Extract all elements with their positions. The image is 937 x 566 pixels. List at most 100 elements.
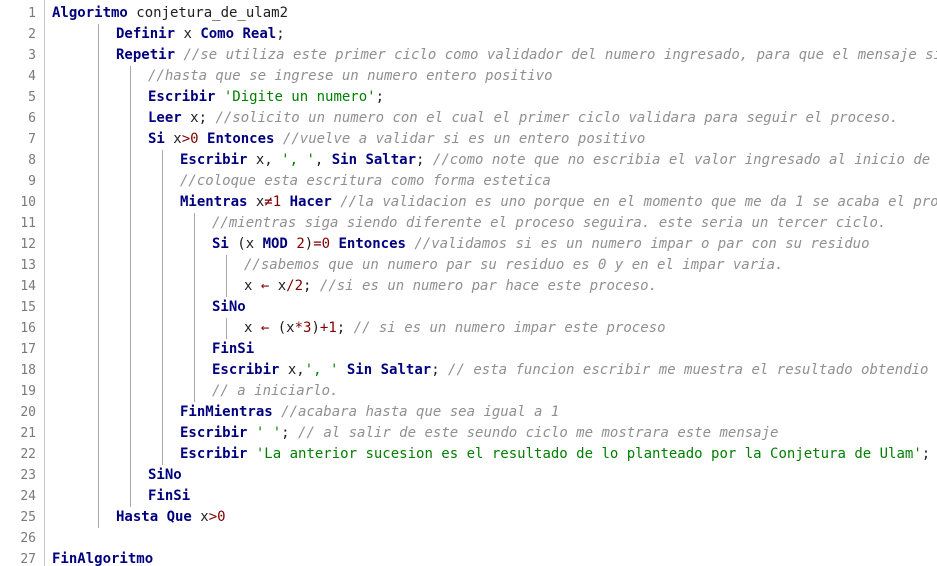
code-line[interactable]: 12 Si (x MOD 2)=0 Entonces //validamos si… bbox=[0, 234, 937, 255]
identifier-token: x, bbox=[247, 152, 282, 168]
keyword-token: Hacer bbox=[289, 194, 332, 210]
keyword-token: Mientras bbox=[180, 194, 248, 210]
code-line[interactable]: 9 //coloque esta escritura como forma est… bbox=[0, 171, 937, 192]
code-line[interactable]: 27 FinAlgoritmo bbox=[0, 549, 937, 566]
code-line[interactable]: 18 Escribir x,', ' Sin Saltar; // esta fu… bbox=[0, 360, 937, 381]
comment-token: // esta funcion escribir me muestra el r… bbox=[448, 362, 937, 378]
code-line[interactable]: 8 Escribir x, ', ', Sin Saltar; //como no… bbox=[0, 150, 937, 171]
comment-token: //solicito un numero con el cual el prim… bbox=[215, 110, 899, 126]
keyword-token: Como bbox=[200, 26, 235, 42]
code-text: FinMientras //acabara hasta que sea igua… bbox=[180, 402, 559, 423]
code-text: // a iniciarlo. bbox=[212, 381, 338, 402]
code-line[interactable]: 6 Leer x; //solicito un numero con el cua… bbox=[0, 108, 937, 129]
number-token: 0 bbox=[217, 509, 226, 525]
line-number: 9 bbox=[28, 174, 36, 189]
comment-token: //sabemos que un numero par su residuo e… bbox=[244, 257, 784, 273]
code-line[interactable]: 25 Hasta Que x>0 bbox=[0, 507, 937, 528]
indent-guide bbox=[226, 255, 227, 297]
code-line[interactable]: 13 //sabemos que un numero par su residuo… bbox=[0, 255, 937, 276]
line-number: 10 bbox=[20, 195, 36, 210]
code-line[interactable]: 5 Escribir 'Digite un numero'; bbox=[0, 87, 937, 108]
keyword-token: Repetir bbox=[116, 47, 176, 63]
comment-token: //acabara hasta que sea igual a 1 bbox=[281, 404, 560, 420]
code-line[interactable]: 7 Si x>0 Entonces //vuelve a validar si e… bbox=[0, 129, 937, 150]
indent-guide bbox=[194, 213, 195, 402]
code-text: Definir x Como Real; bbox=[116, 24, 285, 45]
operator-token: * bbox=[294, 320, 304, 336]
code-line[interactable]: 3 Repetir //se utiliza este primer ciclo … bbox=[0, 45, 937, 66]
comment-token: //validamos si es un numero impar o par … bbox=[414, 236, 870, 252]
code-line[interactable]: 10 Mientras x≠1 Hacer //la validacion es … bbox=[0, 192, 937, 213]
line-number: 12 bbox=[20, 237, 36, 252]
number-token: 1 bbox=[272, 194, 282, 210]
code-line[interactable]: 22 Escribir 'La anterior sucesion es el r… bbox=[0, 444, 937, 465]
identifier-token: ; bbox=[281, 425, 299, 441]
string-token: 'La anterior sucesion es el resultado de… bbox=[255, 446, 922, 462]
code-line[interactable]: 11 //mientras siga siendo diferente el pr… bbox=[0, 213, 937, 234]
keyword-token: Hasta Que bbox=[116, 509, 192, 525]
identifier-token bbox=[199, 131, 207, 147]
comment-token: //la validacion es uno porque en el mome… bbox=[340, 194, 937, 210]
line-number: 15 bbox=[20, 300, 36, 315]
keyword-token: Sin Saltar bbox=[331, 152, 417, 168]
code-text: FinSi bbox=[148, 486, 190, 507]
operator-token: > bbox=[208, 509, 218, 525]
comment-token: // a iniciarlo. bbox=[212, 383, 339, 399]
line-number: 6 bbox=[28, 111, 36, 126]
string-token: ' ' bbox=[255, 425, 282, 441]
code-line[interactable]: 26 bbox=[0, 528, 937, 549]
code-line[interactable]: 14 x ← x/2; //si es un numero par hace es… bbox=[0, 276, 937, 297]
code-line[interactable]: 2 Definir x Como Real; bbox=[0, 24, 937, 45]
code-text: Hasta Que x>0 bbox=[116, 507, 226, 528]
comment-token: // al salir de este seundo ciclo me most… bbox=[298, 425, 779, 441]
identifier-token: ; bbox=[303, 278, 320, 294]
identifier-token: x bbox=[247, 194, 265, 210]
indent-guide bbox=[162, 150, 163, 465]
code-line[interactable]: 1 Algoritmo conjetura_de_ulam2 bbox=[0, 3, 937, 24]
line-number: 13 bbox=[20, 258, 36, 273]
code-text: Escribir 'La anterior sucesion es el res… bbox=[180, 444, 930, 465]
number-token: 2 bbox=[296, 236, 305, 252]
code-line[interactable]: 4 //hasta que se ingrese un numero entero… bbox=[0, 66, 937, 87]
code-line[interactable]: 20 FinMientras //acabara hasta que sea ig… bbox=[0, 402, 937, 423]
code-line[interactable]: 19 // a iniciarlo. bbox=[0, 381, 937, 402]
keyword-token: Leer bbox=[148, 110, 182, 126]
keyword-token: MOD bbox=[262, 236, 288, 252]
code-text: x ← (x*3)+1; // si es un numero impar es… bbox=[244, 318, 666, 339]
line-number: 5 bbox=[28, 90, 36, 105]
keyword-token: FinAlgoritmo bbox=[52, 551, 154, 566]
code-text: Escribir 'Digite un numero'; bbox=[148, 87, 384, 108]
line-number: 18 bbox=[20, 363, 36, 378]
code-line[interactable]: 24 FinSi bbox=[0, 486, 937, 507]
line-number: 3 bbox=[28, 48, 36, 63]
line-number: 27 bbox=[20, 552, 36, 566]
code-text: //hasta que se ingrese un numero entero … bbox=[148, 66, 553, 87]
identifier-token bbox=[215, 89, 223, 105]
identifier-token: , bbox=[314, 152, 332, 168]
code-text: //coloque esta escritura como forma este… bbox=[180, 171, 551, 192]
identifier-token: x bbox=[269, 278, 287, 294]
code-text: FinAlgoritmo bbox=[52, 549, 153, 566]
code-line[interactable]: 23 SiNo bbox=[0, 465, 937, 486]
identifier-token: ) bbox=[311, 320, 320, 336]
keyword-token: Sin Saltar bbox=[346, 362, 432, 378]
line-number: 1 bbox=[28, 6, 36, 21]
code-line[interactable]: 16 x ← (x*3)+1; // si es un numero impar … bbox=[0, 318, 937, 339]
code-editor[interactable]: 1 Algoritmo conjetura_de_ulam2 2 Definir x … bbox=[0, 0, 937, 566]
comment-token: //como note que no escribia el valor ing… bbox=[432, 152, 937, 168]
keyword-token: Escribir bbox=[180, 425, 248, 441]
line-number: 22 bbox=[20, 447, 36, 462]
number-token: 0 bbox=[321, 236, 331, 252]
line-number: 20 bbox=[20, 405, 36, 420]
identifier-token: ; bbox=[416, 152, 433, 168]
keyword-token: SiNo bbox=[148, 467, 182, 483]
code-line[interactable]: 15 SiNo bbox=[0, 297, 937, 318]
code-text: Si (x MOD 2)=0 Entonces //validamos si e… bbox=[212, 234, 870, 255]
identifier-token: ; bbox=[431, 362, 449, 378]
number-token: 0 bbox=[190, 131, 199, 147]
code-line[interactable]: 17 FinSi bbox=[0, 339, 937, 360]
keyword-token: FinMientras bbox=[180, 404, 273, 420]
code-text: Escribir x,', ' Sin Saltar; // esta func… bbox=[212, 360, 937, 381]
code-line[interactable]: 21 Escribir ' '; // al salir de este seun… bbox=[0, 423, 937, 444]
identifier-token: conjetura_de_ulam2 bbox=[127, 5, 289, 21]
